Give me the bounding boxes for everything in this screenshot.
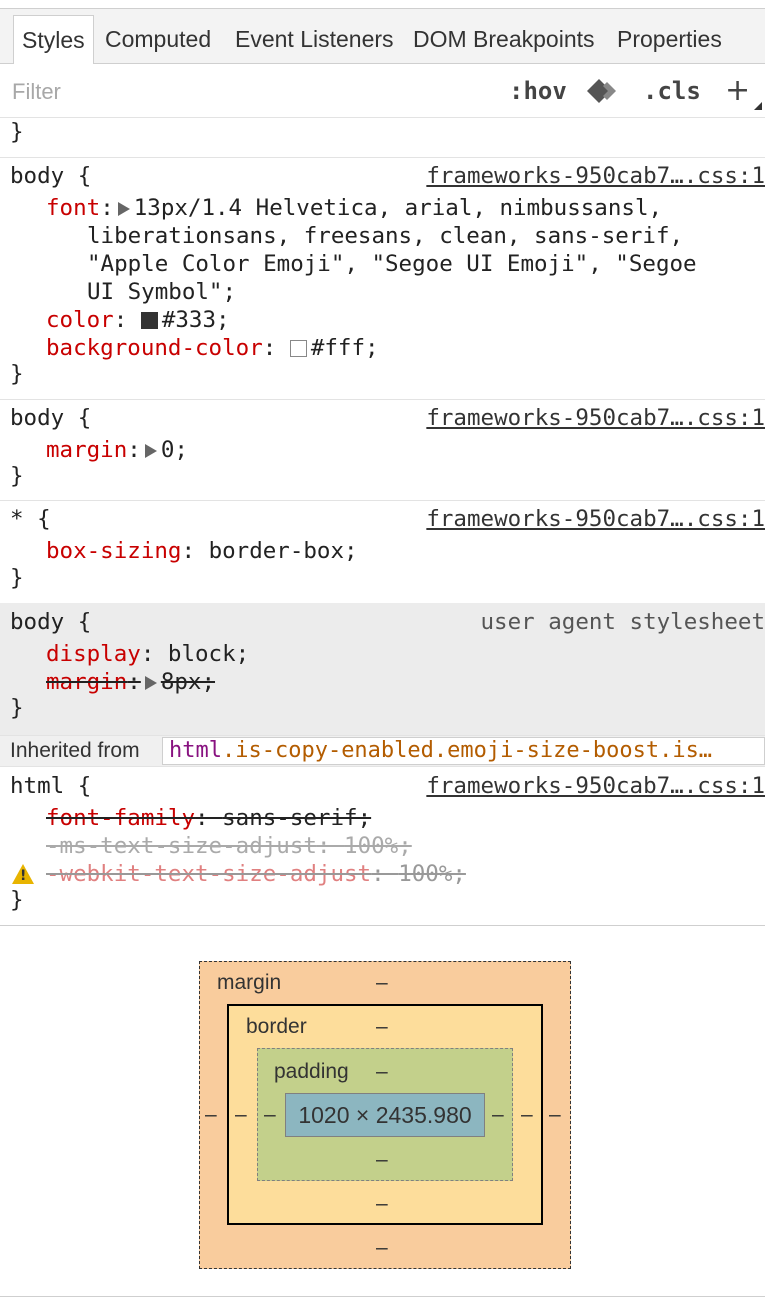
property-value[interactable]: #fff; — [311, 335, 379, 361]
overridden-property-line[interactable]: font-family: sans-serif; — [46, 804, 371, 832]
filter-input[interactable] — [10, 76, 414, 108]
property-name[interactable]: color — [46, 307, 114, 333]
border-top-value[interactable]: – — [376, 1015, 388, 1039]
property-line[interactable]: font: 13px/1.4 Helvetica, arial, nimbussa… — [46, 194, 662, 222]
border-left-value[interactable]: – — [235, 1103, 247, 1127]
tab-event-listeners[interactable]: Event Listeners — [235, 15, 394, 63]
rule-selector[interactable]: body { — [10, 162, 91, 190]
padding-left-value[interactable]: – — [264, 1103, 276, 1127]
property-value[interactable]: block; — [168, 641, 249, 667]
rule-close: } — [10, 463, 24, 489]
class-toggle[interactable]: .cls — [643, 74, 701, 108]
rule-source-link[interactable]: frameworks-950cab7….css:1 — [426, 505, 765, 533]
property-name[interactable]: font — [46, 195, 100, 221]
inherited-from-bar: Inherited from html.is-copy-enabled.emoj… — [0, 735, 765, 767]
property-line[interactable]: background-color: #fff; — [46, 334, 379, 362]
hover-state-toggle[interactable]: :hov — [509, 74, 567, 108]
inherited-tag[interactable]: html — [169, 738, 222, 763]
color-swatch-icon[interactable] — [289, 340, 307, 357]
margin-right-value[interactable]: – — [549, 1103, 561, 1127]
tab-styles[interactable]: Styles — [13, 15, 94, 65]
property-name[interactable]: margin — [46, 669, 127, 695]
tab-properties[interactable]: Properties — [617, 15, 722, 63]
property-value[interactable]: 100%; — [344, 833, 412, 859]
property-line[interactable]: box-sizing: border-box; — [46, 537, 358, 565]
inherited-label: Inherited from — [10, 739, 140, 762]
property-value[interactable]: 0; — [161, 437, 188, 463]
rule-source-link[interactable]: frameworks-950cab7….css:1 — [426, 772, 765, 800]
rule-close: } — [10, 361, 24, 387]
filter-bar: :hov .cls + — [0, 64, 765, 118]
rule-divider — [0, 399, 765, 400]
property-value[interactable]: sans-serif; — [222, 805, 371, 831]
padding-bottom-value[interactable]: – — [376, 1148, 388, 1172]
property-value[interactable]: 13px/1.4 Helvetica, arial, nimbussansl, — [134, 195, 662, 221]
new-rule-button[interactable]: + — [725, 74, 750, 108]
border-bottom-value[interactable]: – — [376, 1192, 388, 1216]
rule-close: } — [10, 887, 24, 913]
property-value-cont: UI Symbol"; — [87, 279, 237, 305]
color-swatch-icon[interactable] — [140, 312, 158, 329]
property-value[interactable]: #333; — [162, 307, 230, 333]
property-name[interactable]: display — [46, 641, 141, 667]
tab-bar: Styles Computed Event Listeners DOM Brea… — [0, 8, 765, 65]
window-top — [0, 0, 765, 8]
overridden-property-line[interactable]: margin: 8px; — [46, 668, 215, 696]
rule-divider — [0, 500, 765, 501]
padding-label: padding — [274, 1060, 349, 1083]
margin-top-value[interactable]: – — [376, 971, 388, 995]
rule-source-link[interactable]: frameworks-950cab7….css:1 — [426, 404, 765, 432]
border-right-value[interactable]: – — [521, 1103, 533, 1127]
margin-label: margin — [217, 971, 282, 994]
element-state-icon[interactable] — [586, 78, 620, 104]
property-value-cont: "Apple Color Emoji", "Segoe UI Emoji", "… — [87, 251, 697, 277]
rule-selector[interactable]: body { — [10, 404, 91, 432]
property-value[interactable]: 100%; — [398, 861, 466, 887]
inactive-property-line[interactable]: -ms-text-size-adjust: 100%; — [46, 832, 412, 860]
padding-top-value[interactable]: – — [376, 1060, 388, 1084]
rule-close: } — [10, 565, 24, 591]
property-name[interactable]: font-family — [46, 805, 195, 831]
tab-dom-breakpoints[interactable]: DOM Breakpoints — [413, 15, 595, 63]
property-name[interactable]: background-color — [46, 335, 263, 361]
corner-dropdown-icon — [754, 102, 762, 110]
property-name[interactable]: box-sizing — [46, 538, 181, 564]
expand-triangle-icon[interactable] — [144, 675, 157, 690]
property-value-cont: liberationsans, freesans, clean, sans-se… — [87, 223, 684, 249]
margin-bottom-value[interactable]: – — [376, 1236, 388, 1260]
rule-source-label: user agent stylesheet — [480, 609, 765, 635]
rule-selector[interactable]: * { — [10, 505, 51, 533]
rule-close: } — [10, 119, 24, 145]
tab-computed[interactable]: Computed — [105, 15, 211, 63]
rule-selector[interactable]: html { — [10, 772, 91, 800]
invalid-property-line[interactable]: -webkit-text-size-adjust: 100%; — [46, 860, 466, 888]
property-value[interactable]: border-box; — [209, 538, 358, 564]
inherited-classes[interactable]: .is-copy-enabled.emoji-size-boost.is… — [222, 738, 712, 763]
box-model-content[interactable]: 1020 × 2435.980 — [285, 1093, 485, 1137]
rule-source-link[interactable]: frameworks-950cab7….css:1 — [426, 162, 765, 190]
inherited-node-link[interactable]: html.is-copy-enabled.emoji-size-boost.is… — [162, 737, 765, 765]
property-line[interactable]: margin: 0; — [46, 436, 188, 464]
property-name[interactable]: -webkit-text-size-adjust — [46, 861, 371, 887]
rule-divider — [0, 157, 765, 158]
expand-triangle-icon[interactable] — [144, 443, 157, 458]
padding-right-value[interactable]: – — [492, 1103, 504, 1127]
property-value[interactable]: 8px; — [161, 669, 215, 695]
warning-icon-mark: ! — [20, 868, 27, 884]
property-line[interactable]: display: block; — [46, 640, 249, 668]
property-line[interactable]: color: #333; — [46, 306, 230, 334]
expand-triangle-icon[interactable] — [117, 201, 130, 216]
panel-bottom-border — [0, 1296, 765, 1301]
property-name[interactable]: margin — [46, 437, 127, 463]
property-name[interactable]: -ms-text-size-adjust — [46, 833, 317, 859]
rule-close: } — [10, 695, 24, 721]
margin-left-value[interactable]: – — [205, 1103, 217, 1127]
border-label: border — [246, 1015, 307, 1038]
rule-selector[interactable]: body { — [10, 608, 91, 636]
